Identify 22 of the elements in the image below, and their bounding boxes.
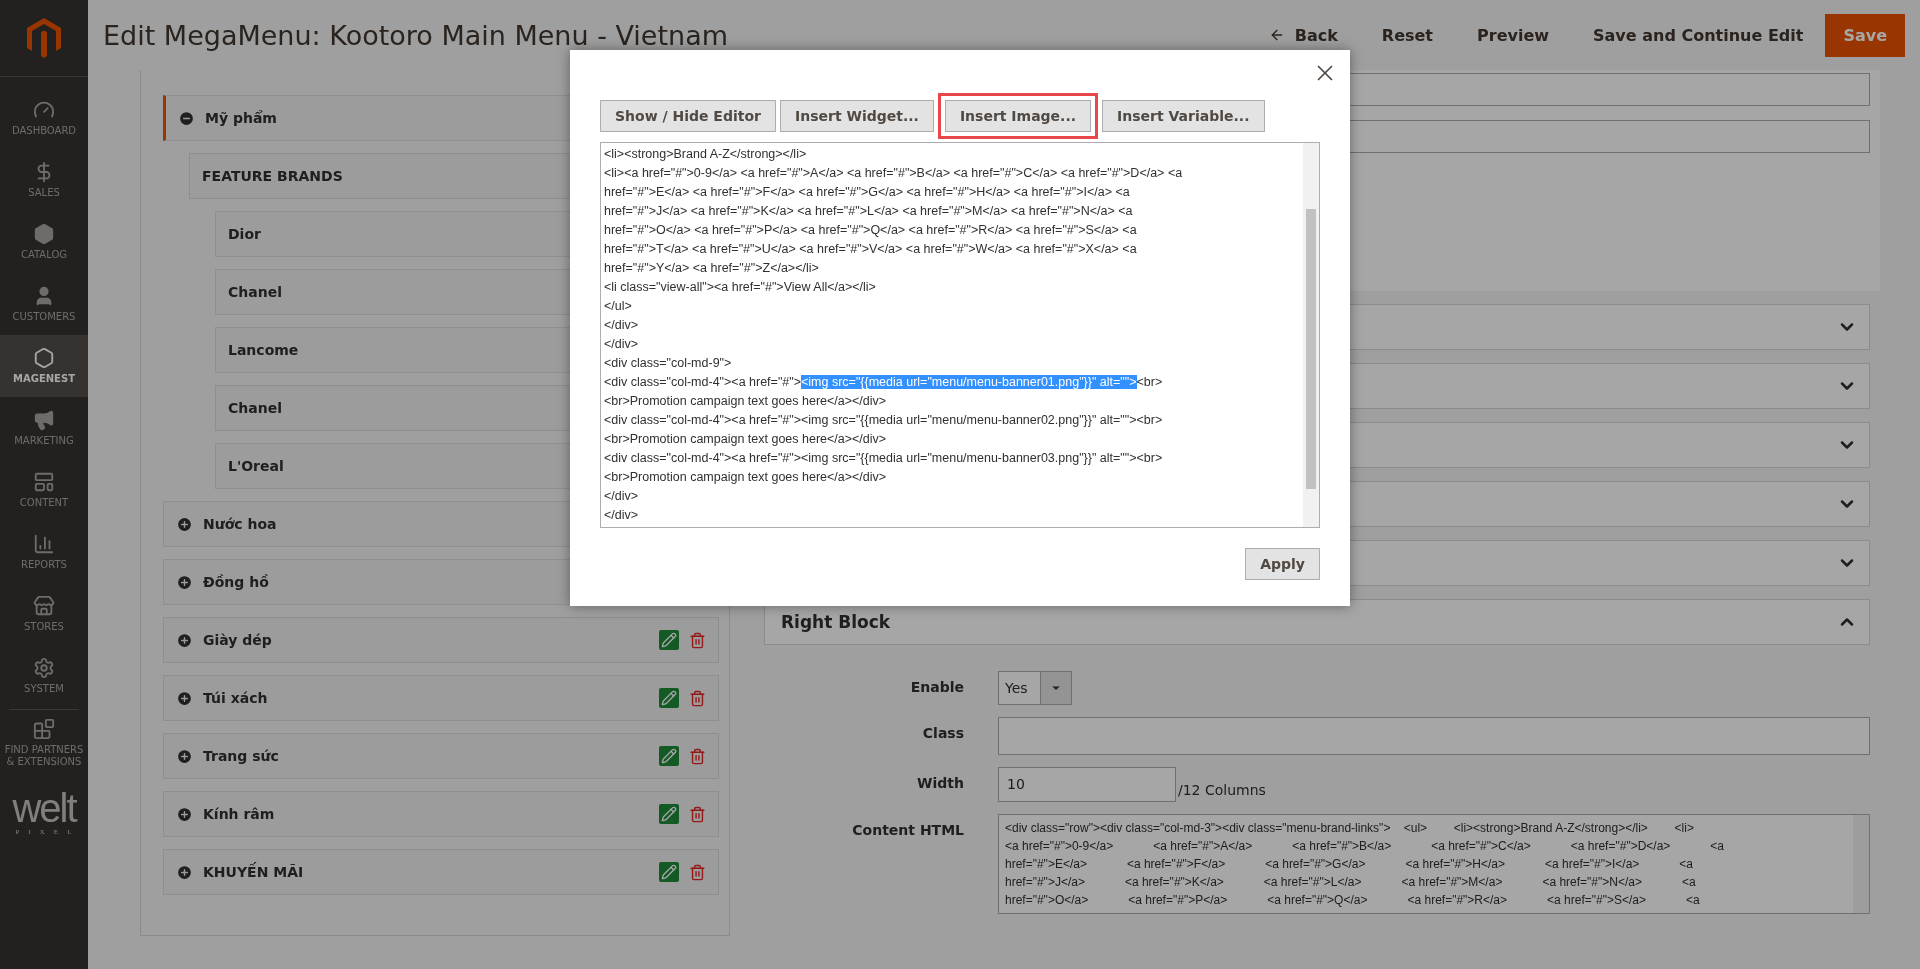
menu-item-label: KHUYẾN MÃI [203,864,304,880]
menu-item-label: Chanel [228,400,282,416]
menu-item-label: Chanel [228,284,282,300]
field-label: Enable [910,678,964,695]
menu-item-label: Nước hoa [203,516,277,532]
menu-item-label: Túi xách [203,690,268,706]
menu-item-label: Lancome [228,342,299,358]
field-label: Content HTML [852,821,964,838]
section-title: Right Block [781,612,892,632]
menu-item-label: Giày dép [203,632,272,648]
field-label: Width [917,774,964,791]
menu-item-label: Dior [228,226,261,242]
menu-item-label: L'Oreal [228,458,284,474]
menu-item-label: Trang sức [203,748,279,764]
menu-item-label: Mỹ phẩm [205,110,277,126]
brand-wordmark: welt [12,788,76,828]
field-label: Class [922,724,964,741]
menu-item-label: Đồng hồ [203,574,269,590]
menu-item-label: Kính râm [203,806,275,822]
page-title: Edit MegaMenu: Kootoro Main Menu - Vietnam [103,19,729,51]
menu-item-label: FEATURE BRANDS [202,168,343,184]
field-suffix: /12 Columns [1178,782,1266,800]
